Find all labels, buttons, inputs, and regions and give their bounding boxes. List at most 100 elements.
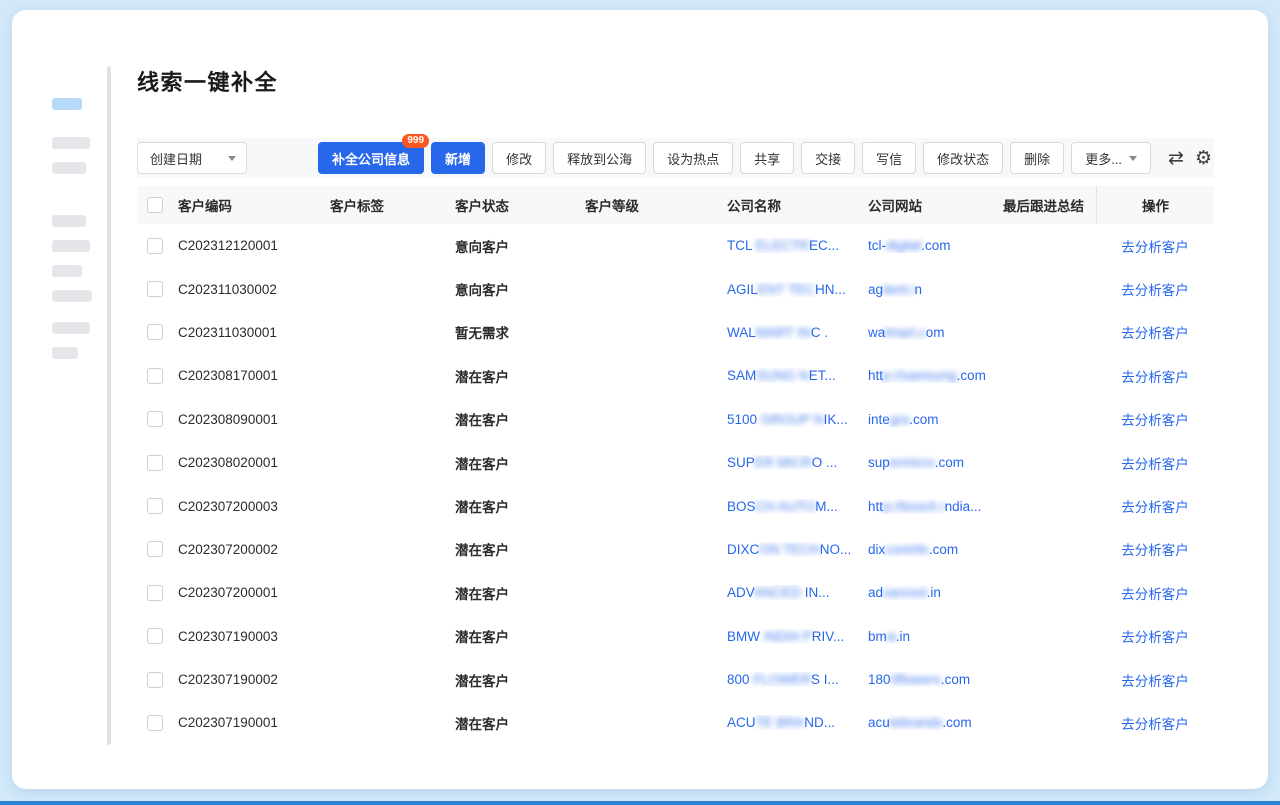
row-checkbox[interactable] (147, 672, 163, 688)
gear-icon[interactable]: ⚙ (1193, 149, 1214, 168)
vertical-scrollbar[interactable] (107, 66, 111, 745)
header-last-followup: 最后跟进总结 (1003, 195, 1096, 215)
analyze-customer-link[interactable]: 去分析客户 (1121, 366, 1189, 386)
company-name-suffix: HN... (815, 282, 846, 297)
set-hotspot-button[interactable]: 设为热点 (653, 142, 733, 174)
customer-status: 潜在客户 (455, 496, 585, 516)
company-name-link[interactable]: BOSCH AUTOM... (727, 499, 868, 514)
company-name-redacted: SUNG N (756, 368, 809, 383)
customer-status: 潜在客户 (455, 626, 585, 646)
app-window: 线索一键补全 创建日期 补全公司信息 999 新增 修改 释放到公海 设为热点 … (12, 10, 1268, 789)
customer-status: 潜在客户 (455, 670, 585, 690)
analyze-customer-link[interactable]: 去分析客户 (1121, 409, 1189, 429)
company-website-link[interactable]: integra.com (868, 412, 1003, 427)
row-checkbox[interactable] (147, 498, 163, 514)
complete-company-info-label: 补全公司信息 (332, 149, 410, 168)
company-website-link[interactable]: tcl-digital.com (868, 238, 1003, 253)
company-website-link[interactable]: walmart.com (868, 325, 1003, 340)
transfer-icon[interactable]: ⇄ (1166, 149, 1186, 168)
row-checkbox[interactable] (147, 541, 163, 557)
website-prefix: ag (868, 282, 883, 297)
customer-code: C202307190001 (175, 715, 330, 730)
table-row: C202307200001 潜在客户 ADVANCED IN... advanc… (137, 571, 1214, 614)
company-name-link[interactable]: DIXCON TECHNO... (727, 542, 868, 557)
company-website-link[interactable]: http://bosch.india... (868, 499, 1003, 514)
more-button[interactable]: 更多... (1071, 142, 1151, 174)
company-name-link[interactable]: BMW INDIA PRIV... (727, 629, 868, 644)
analyze-customer-link[interactable]: 去分析客户 (1121, 453, 1189, 473)
company-name-link[interactable]: 5100 GROUP NIK... (727, 412, 868, 427)
customer-code: C202307190003 (175, 629, 330, 644)
add-button[interactable]: 新增 (431, 142, 485, 174)
analyze-customer-link[interactable]: 去分析客户 (1121, 670, 1189, 690)
company-website-link[interactable]: bmw.in (868, 629, 1003, 644)
table-row: C202307190003 潜在客户 BMW INDIA PRIV... bmw… (137, 615, 1214, 658)
toolbar: 创建日期 补全公司信息 999 新增 修改 释放到公海 设为热点 共享 交接 写… (137, 138, 1214, 178)
company-name-link[interactable]: SUPER MICRO ... (727, 455, 868, 470)
company-website-link[interactable]: supermicro.com (868, 455, 1003, 470)
select-all-checkbox[interactable] (147, 197, 163, 213)
analyze-customer-link[interactable]: 去分析客户 (1121, 496, 1189, 516)
row-checkbox[interactable] (147, 281, 163, 297)
website-prefix: acu (868, 715, 890, 730)
skeleton-bar (52, 347, 78, 359)
company-website-link[interactable]: agilent.in (868, 282, 1003, 297)
company-website-link[interactable]: advanced.in (868, 585, 1003, 600)
website-redacted: ermicro (890, 455, 935, 470)
analyze-customer-link[interactable]: 去分析客户 (1121, 626, 1189, 646)
company-name-link[interactable]: SAMSUNG NET... (727, 368, 868, 383)
website-prefix: ad (868, 585, 883, 600)
header-customer-tag: 客户标签 (330, 195, 455, 215)
analyze-customer-link[interactable]: 去分析客户 (1121, 279, 1189, 299)
handover-button[interactable]: 交接 (801, 142, 855, 174)
website-prefix: wa (868, 325, 885, 340)
row-checkbox[interactable] (147, 368, 163, 384)
edit-button[interactable]: 修改 (492, 142, 546, 174)
table-row: C202312120001 意向客户 TCL ELECTREC... tcl-d… (137, 224, 1214, 267)
row-checkbox[interactable] (147, 455, 163, 471)
row-checkbox[interactable] (147, 324, 163, 340)
company-name-link[interactable]: ADVANCED IN... (727, 585, 868, 600)
complete-company-info-button[interactable]: 补全公司信息 999 (318, 142, 424, 174)
customer-code: C202308090001 (175, 412, 330, 427)
website-redacted: vanced (883, 585, 927, 600)
write-email-button[interactable]: 写信 (862, 142, 916, 174)
date-filter-select[interactable]: 创建日期 (137, 142, 247, 174)
customer-code: C202308020001 (175, 455, 330, 470)
row-checkbox[interactable] (147, 585, 163, 601)
company-website-link[interactable]: dixconinfo.com (868, 542, 1003, 557)
table-body: C202312120001 意向客户 TCL ELECTREC... tcl-d… (137, 224, 1214, 745)
table-row: C202308170001 潜在客户 SAMSUNG NET... http:/… (137, 354, 1214, 397)
release-to-pool-button[interactable]: 释放到公海 (553, 142, 646, 174)
analyze-customer-link[interactable]: 去分析客户 (1121, 236, 1189, 256)
change-status-button[interactable]: 修改状态 (923, 142, 1003, 174)
analyze-customer-link[interactable]: 去分析客户 (1121, 583, 1189, 603)
company-name-link[interactable]: TCL ELECTREC... (727, 238, 868, 253)
analyze-customer-link[interactable]: 去分析客户 (1121, 539, 1189, 559)
company-name-suffix: ET... (809, 368, 836, 383)
company-name-prefix: SUP (727, 455, 755, 470)
company-website-link[interactable]: acutebrands.com (868, 715, 1003, 730)
analyze-customer-link[interactable]: 去分析客户 (1121, 713, 1189, 733)
company-name-link[interactable]: AGILENT TECHN... (727, 282, 868, 297)
row-checkbox[interactable] (147, 715, 163, 731)
company-name-link[interactable]: WALMART INC . (727, 325, 868, 340)
company-name-link[interactable]: ACUTE BRAND... (727, 715, 868, 730)
company-website-link[interactable]: http://samsung.com (868, 368, 1003, 383)
delete-button[interactable]: 删除 (1010, 142, 1064, 174)
row-checkbox[interactable] (147, 238, 163, 254)
company-name-link[interactable]: 800 FLOWERS I... (727, 672, 868, 687)
analyze-customer-link[interactable]: 去分析客户 (1121, 322, 1189, 342)
company-name-redacted: ANCED (754, 585, 805, 600)
website-suffix: .com (921, 238, 950, 253)
website-redacted: lmart.c (885, 325, 926, 340)
row-checkbox[interactable] (147, 411, 163, 427)
customer-status: 暂无需求 (455, 322, 585, 342)
company-website-link[interactable]: 1800flowers.com (868, 672, 1003, 687)
chevron-down-icon (1129, 156, 1137, 161)
website-redacted: 0flowers (891, 672, 941, 687)
table-row: C202308090001 潜在客户 5100 GROUP NIK... int… (137, 398, 1214, 441)
share-button[interactable]: 共享 (740, 142, 794, 174)
row-checkbox[interactable] (147, 628, 163, 644)
skeleton-bar-active (52, 98, 82, 110)
